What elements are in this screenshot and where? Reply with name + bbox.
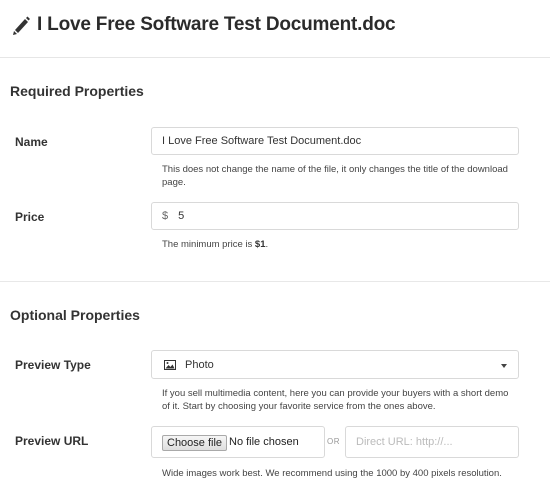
- price-help-text: The minimum price is $1.: [162, 238, 517, 251]
- price-input[interactable]: $5: [151, 202, 519, 230]
- page-title: I Love Free Software Test Document.doc: [37, 14, 396, 35]
- name-input[interactable]: I Love Free Software Test Document.doc: [151, 127, 519, 155]
- image-icon: [164, 360, 176, 370]
- preview-type-label: Preview Type: [15, 358, 91, 372]
- pencil-icon: [13, 16, 30, 35]
- price-value: 5: [178, 210, 185, 222]
- choose-file-button[interactable]: Choose file: [162, 435, 228, 451]
- price-help-minimum: $1: [254, 239, 266, 250]
- price-help-prefix: The minimum price is: [162, 239, 255, 250]
- file-status: No file chosen: [229, 436, 299, 448]
- price-help-suffix: .: [265, 239, 269, 250]
- name-label: Name: [15, 135, 48, 149]
- preview-type-selected: Photo: [185, 359, 214, 371]
- preview-url-help-text: Wide images work best. We recommend usin…: [162, 468, 502, 479]
- or-separator: OR: [327, 437, 340, 446]
- chevron-down-icon: [501, 364, 507, 368]
- file-picker: Choose file No file chosen: [151, 426, 325, 458]
- price-label: Price: [15, 210, 45, 224]
- name-help-text: This does not change the name of the fil…: [162, 164, 508, 188]
- preview-url-label: Preview URL: [15, 434, 89, 448]
- direct-url-input[interactable]: Direct URL: http://...: [345, 426, 519, 458]
- page-header: I Love Free Software Test Document.doc: [0, 0, 550, 58]
- currency-symbol: $: [162, 210, 169, 222]
- optional-properties-heading: Optional Properties: [10, 307, 140, 323]
- required-properties-heading: Required Properties: [10, 83, 144, 99]
- preview-type-select[interactable]: Photo: [151, 350, 519, 379]
- preview-type-help-text: If you sell multimedia content, here you…: [162, 388, 509, 412]
